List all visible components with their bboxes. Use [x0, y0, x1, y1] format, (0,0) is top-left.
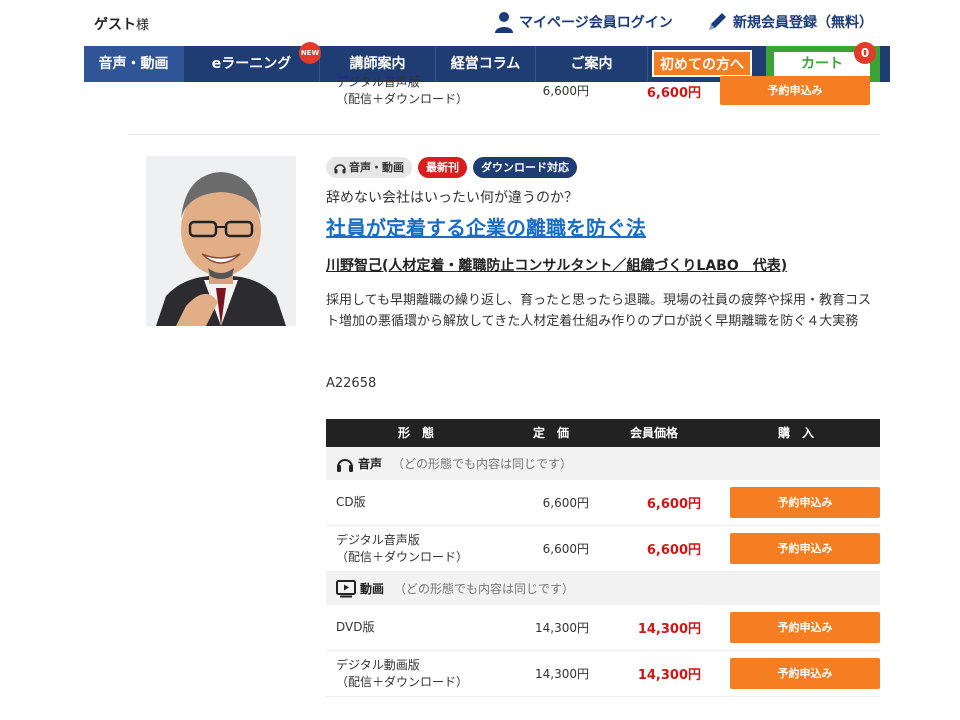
- nav-item-label: ご案内: [570, 56, 613, 72]
- nav-item-guide[interactable]: ご案内: [536, 46, 648, 82]
- header-form: 形 態: [397, 426, 434, 440]
- tag-download: ダウンロード対応: [473, 157, 577, 178]
- row-member-price: 6,600円: [646, 543, 701, 558]
- reserve-button[interactable]: 予約申込み: [720, 76, 870, 105]
- table-row: CD版 6,600円 6,600円 予約申込み: [326, 480, 880, 526]
- row-form-line1: デジタル音声版: [336, 532, 420, 547]
- header-purchase: 購 入: [777, 426, 814, 440]
- product-description: 採用しても早期離職の繰り返し、育ったと思ったら退職。現場の社員の疲弊や採用・教育…: [326, 293, 871, 329]
- new-badge: NEW: [299, 42, 321, 64]
- nav-item-elearning[interactable]: eラーニング NEW: [184, 42, 321, 82]
- pencil-icon: [709, 13, 726, 30]
- mypage-login-label: マイページ会員ログイン: [519, 15, 673, 31]
- guest-greeting: ゲスト様: [94, 14, 149, 34]
- nav-item-label: 講師案内: [349, 56, 406, 72]
- headphones-icon: [337, 458, 353, 472]
- table-row: デジタル音声版 （配信＋ダウンロード） 6,600円 6,600円 予約申込み: [326, 526, 880, 572]
- row-form-line1: デジタル動画版: [336, 657, 420, 672]
- section-note: （どの形態でも内容は同じです）: [392, 457, 573, 471]
- row-member-price: 6,600円: [646, 86, 701, 101]
- lecturer-photo: [146, 156, 296, 326]
- lecturer-portrait-image: [146, 156, 296, 326]
- first-time-button[interactable]: 初めての方へ: [652, 50, 752, 77]
- nav-item-label: 経営コラム: [450, 56, 521, 72]
- row-price: 6,600円: [542, 542, 589, 556]
- row-form-line2: （配信＋ダウンロード）: [336, 674, 469, 689]
- row-member-price: 14,300円: [637, 622, 701, 637]
- reserve-button[interactable]: 予約申込み: [730, 487, 880, 518]
- row-price: 14,300円: [535, 621, 589, 635]
- table-header: 形 態 定 価 会員価格 購 入: [326, 419, 880, 447]
- row-form-line2: （配信＋ダウンロード）: [336, 549, 469, 564]
- register-link[interactable]: 新規会員登録（無料）: [706, 11, 873, 33]
- product-title-link[interactable]: 社員が定着する企業の離職を防ぐ法: [326, 212, 646, 241]
- row-form-line1: CD版: [336, 495, 366, 509]
- nav-item-label: eラーニング: [211, 56, 292, 72]
- section-name: 動画: [360, 582, 385, 596]
- divider: [128, 134, 880, 135]
- section-video: 動画 （どの形態でも内容は同じです）: [326, 572, 880, 605]
- row-member-price: 6,600円: [646, 497, 701, 512]
- nav-item-media[interactable]: 音声・動画: [84, 46, 184, 82]
- user-icon: [495, 12, 513, 33]
- guest-name: ゲスト: [94, 17, 136, 33]
- register-label: 新規会員登録（無料）: [733, 15, 873, 31]
- row-price: 6,600円: [542, 496, 589, 510]
- mypage-login-link[interactable]: マイページ会員ログイン: [494, 11, 673, 33]
- row-price: 14,300円: [535, 667, 589, 681]
- nav-item-label: 音声・動画: [98, 56, 169, 72]
- tag-latest: 最新刊: [418, 157, 467, 178]
- reserve-button[interactable]: 予約申込み: [730, 658, 880, 689]
- row-form-line1: DVD版: [336, 620, 375, 634]
- top-header: ゲスト様 マイページ会員ログイン 新規会員登録（無料）: [0, 0, 960, 46]
- table-row: デジタル動画版 （配信＋ダウンロード） 14,300円 14,300円 予約申込…: [326, 651, 880, 697]
- reserve-button[interactable]: 予約申込み: [730, 612, 880, 643]
- video-play-icon: [336, 579, 356, 597]
- cart-count-badge: 0: [854, 42, 876, 64]
- price-table: 形 態 定 価 会員価格 購 入 音声 （どの形態でも内容は同じです） CD版 …: [326, 419, 880, 697]
- previous-product-row: デジタル音声版 （配信＋ダウンロード） 6,600円 6,600円 予約申込み: [326, 75, 880, 134]
- row-price: 6,600円: [542, 84, 589, 98]
- tag-label: 音声・動画: [349, 161, 404, 174]
- reserve-button[interactable]: 予約申込み: [730, 533, 880, 564]
- product-code: A22658: [326, 376, 377, 391]
- tag-media: 音声・動画: [326, 157, 412, 178]
- header-price: 定 価: [532, 426, 569, 440]
- row-form-line2: （配信＋ダウンロード）: [336, 92, 469, 106]
- author-link[interactable]: 川野智己(人材定着・離職防止コンサルタント／組織づくりLABO 代表): [326, 255, 787, 275]
- row-member-price: 14,300円: [637, 668, 701, 683]
- headphones-icon: [334, 163, 346, 173]
- table-row: DVD版 14,300円 14,300円 予約申込み: [326, 605, 880, 651]
- section-audio: 音声 （どの形態でも内容は同じです）: [326, 447, 880, 480]
- section-name: 音声: [358, 457, 383, 471]
- product-catchphrase: 辞めない会社はいったい何が違うのか？: [326, 190, 578, 206]
- section-note: （どの形態でも内容は同じです）: [394, 582, 575, 596]
- guest-suffix: 様: [136, 18, 150, 33]
- product-tags: 音声・動画 最新刊 ダウンロード対応: [326, 157, 577, 178]
- row-form-line1: デジタル音声版: [336, 75, 420, 89]
- header-member-price: 会員価格: [629, 426, 678, 440]
